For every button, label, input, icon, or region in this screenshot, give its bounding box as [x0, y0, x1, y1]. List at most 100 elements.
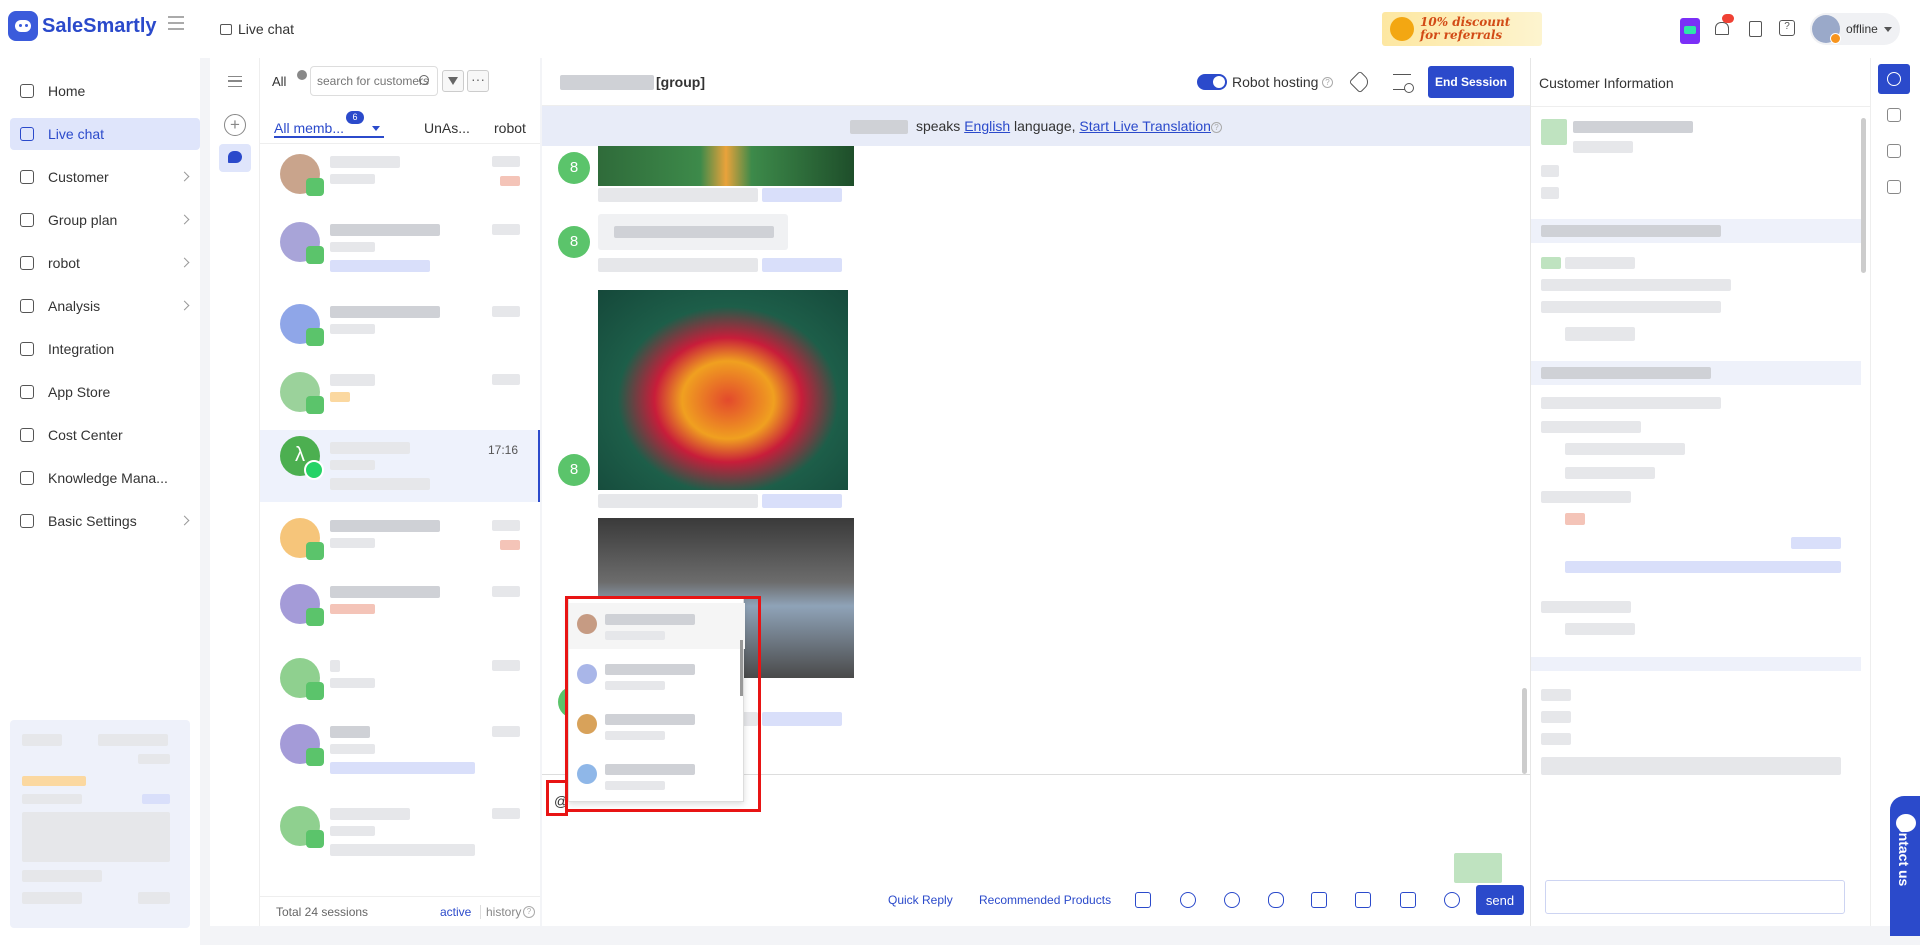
start-live-translation-link[interactable]: Start Live Translation — [1079, 118, 1211, 134]
active-tab-indicator — [274, 136, 384, 138]
contact-card-icon[interactable] — [1135, 892, 1151, 908]
session-time: 17:16 — [487, 443, 518, 457]
channel-icon — [306, 682, 324, 700]
new-feature-icon[interactable] — [1680, 18, 1700, 44]
history-filter-link[interactable]: history — [480, 905, 521, 919]
session-item[interactable] — [260, 652, 540, 712]
notes-tab[interactable] — [1878, 172, 1910, 202]
send-button[interactable]: send — [1476, 885, 1524, 915]
mention-scrollbar[interactable] — [740, 640, 743, 696]
tab-all-members[interactable]: All memb... — [274, 120, 344, 136]
emoji-icon[interactable] — [1224, 892, 1240, 908]
info-text-field[interactable] — [1545, 880, 1845, 914]
image-icon[interactable] — [1355, 892, 1371, 908]
menu-toggle-icon[interactable] — [168, 16, 184, 30]
recommended-products-link[interactable]: Recommended Products — [979, 893, 1111, 907]
info-section-header[interactable] — [1531, 657, 1861, 671]
sidebar-item-cost-center[interactable]: Cost Center — [10, 419, 200, 451]
session-item-active[interactable]: λ 17:16 — [260, 430, 540, 502]
channel-icon — [306, 246, 324, 264]
panel-title: Customer Information — [1539, 75, 1674, 91]
file-icon[interactable] — [1311, 892, 1327, 908]
clear-filter-icon[interactable] — [297, 70, 307, 80]
mention-icon[interactable] — [1180, 892, 1196, 908]
sidebar-item-home[interactable]: Home — [10, 75, 200, 107]
group-tag: [group] — [656, 74, 705, 90]
session-list-header: All ··· — [260, 58, 540, 106]
mention-option[interactable] — [569, 603, 745, 649]
filter-button[interactable] — [442, 70, 464, 92]
translation-text: speaks — [915, 118, 961, 134]
image-message[interactable] — [598, 290, 848, 490]
search-messages-icon[interactable] — [1393, 74, 1414, 93]
mention-option[interactable] — [569, 753, 745, 799]
customer-info-tab[interactable] — [1878, 64, 1910, 94]
video-icon[interactable] — [1400, 892, 1416, 908]
contact-us-button[interactable]: Contact us — [1890, 796, 1920, 936]
channel-icon — [306, 178, 324, 196]
sidebar-item-robot[interactable]: robot — [10, 247, 200, 279]
sidebar-item-group-plan[interactable]: Group plan — [10, 204, 200, 236]
session-item[interactable] — [260, 718, 540, 778]
sidebar-item-live-chat[interactable]: Live chat — [10, 118, 200, 150]
image-message[interactable] — [598, 146, 854, 186]
composer-toolbar: Quick Reply Recommended Products send — [542, 883, 1530, 917]
sidebar-item-analysis[interactable]: Analysis — [10, 290, 200, 322]
chat-bubble-icon[interactable] — [219, 144, 251, 172]
avatar — [577, 664, 597, 684]
sidebar-item-app-store[interactable]: App Store — [10, 376, 200, 408]
message-meta — [598, 188, 860, 202]
collapse-menu-icon[interactable] — [228, 76, 242, 87]
chevron-right-icon — [179, 257, 190, 268]
session-item[interactable] — [260, 366, 540, 426]
message-meta — [598, 258, 860, 272]
sidebar-item-customer[interactable]: Customer — [10, 161, 200, 193]
sidebar-item-label: Group plan — [48, 212, 118, 228]
help-icon[interactable] — [1779, 20, 1795, 36]
info-scrollbar[interactable] — [1861, 118, 1866, 273]
translate-tab[interactable] — [1878, 136, 1910, 166]
help-icon[interactable]: ? — [1322, 77, 1333, 88]
session-item[interactable] — [260, 298, 540, 358]
referral-promo-banner[interactable]: 10% discount for referrals — [1382, 12, 1542, 46]
mention-option[interactable] — [569, 703, 745, 749]
chevron-down-icon[interactable] — [372, 126, 380, 131]
help-icon[interactable]: ? — [523, 906, 535, 918]
avatar: 8 — [558, 454, 590, 486]
sidebar-item-knowledge[interactable]: Knowledge Mana... — [10, 462, 200, 494]
whatsapp-icon — [304, 460, 324, 480]
session-item[interactable] — [260, 216, 540, 276]
integration-icon — [20, 342, 34, 356]
quick-reply-link[interactable]: Quick Reply — [888, 893, 953, 907]
link-icon[interactable] — [1444, 892, 1460, 908]
session-item[interactable] — [260, 578, 540, 638]
total-sessions: Total 24 sessions — [276, 905, 369, 919]
active-filter-link[interactable]: active — [440, 905, 471, 919]
tab-robot[interactable]: robot — [494, 120, 526, 136]
info-section-header[interactable] — [1531, 219, 1861, 243]
tab-unassigned[interactable]: UnAs... — [424, 120, 470, 136]
end-session-button[interactable]: End Session — [1428, 66, 1514, 98]
language-link[interactable]: English — [964, 118, 1010, 134]
user-status-menu[interactable]: offline — [1810, 13, 1900, 45]
filter-all-label[interactable]: All — [272, 74, 286, 89]
session-item[interactable] — [260, 148, 540, 208]
info-section-header[interactable] — [1531, 361, 1861, 385]
session-item[interactable] — [260, 512, 540, 572]
message-tab[interactable] — [1878, 100, 1910, 130]
logo[interactable]: SaleSmartly — [8, 11, 157, 41]
mention-option[interactable] — [569, 653, 745, 699]
sidebar-item-basic-settings[interactable]: Basic Settings — [10, 505, 200, 537]
add-icon[interactable]: + — [224, 114, 246, 136]
chat-scrollbar[interactable] — [1522, 688, 1527, 774]
grid-icon — [20, 385, 34, 399]
robot-hosting-toggle[interactable] — [1197, 74, 1227, 90]
clipboard-icon[interactable] — [1747, 20, 1763, 37]
help-icon[interactable]: ? — [1210, 121, 1222, 133]
search-icon[interactable] — [419, 75, 429, 85]
tag-icon[interactable] — [1348, 70, 1372, 94]
sidebar-item-integration[interactable]: Integration — [10, 333, 200, 365]
more-options-button[interactable]: ··· — [467, 70, 489, 92]
session-item[interactable] — [260, 800, 540, 860]
microphone-icon[interactable] — [1268, 892, 1284, 908]
